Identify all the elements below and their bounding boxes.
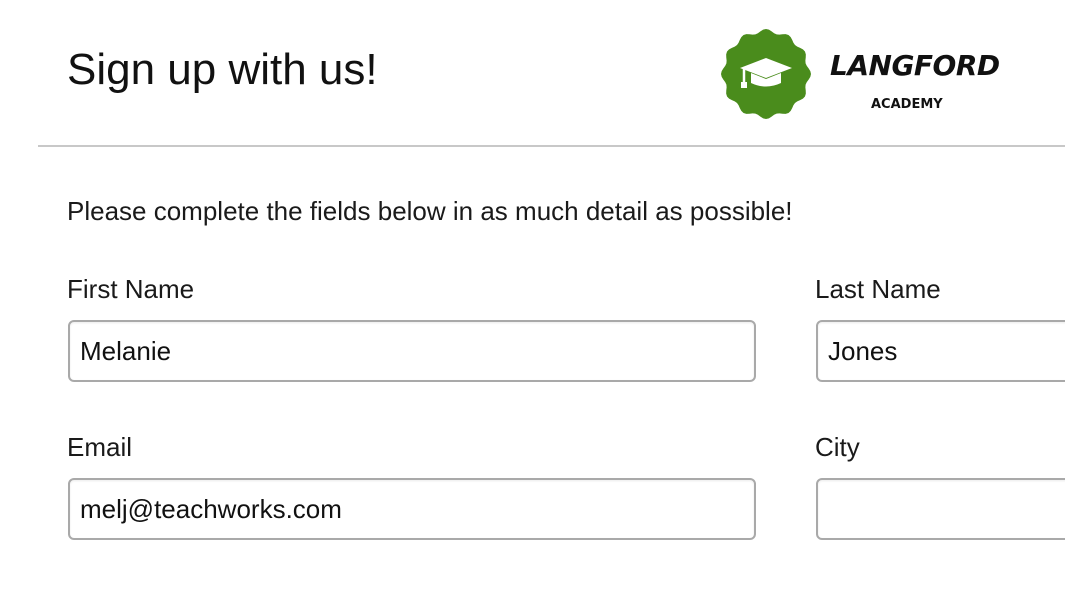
form-instructions: Please complete the fields below in as m…	[67, 196, 793, 226]
first-name-label: First Name	[67, 274, 195, 304]
academy-logo: LANGFORD ACADEMY	[720, 28, 1010, 120]
page-title: Sign up with us!	[67, 45, 378, 94]
signup-page: Sign up with us! LANGFORD ACADEMY Please…	[0, 0, 1065, 601]
email-input[interactable]	[68, 478, 756, 540]
last-name-label: Last Name	[815, 274, 941, 304]
first-name-input[interactable]	[68, 320, 756, 382]
logo-name: LANGFORD	[830, 49, 1000, 82]
header-divider	[38, 145, 1065, 147]
city-input[interactable]	[816, 478, 1065, 540]
city-label: City	[815, 432, 860, 462]
last-name-input[interactable]	[816, 320, 1065, 382]
graduation-cap-icon	[721, 29, 811, 119]
email-label: Email	[67, 432, 133, 462]
logo-subtitle: ACADEMY	[871, 97, 943, 112]
